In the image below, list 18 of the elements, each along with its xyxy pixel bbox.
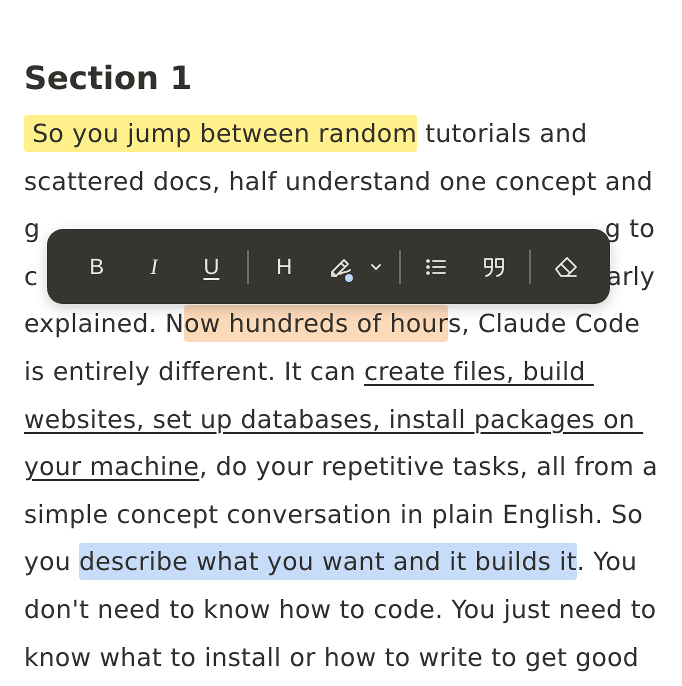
italic-button[interactable]: I [132, 244, 176, 288]
text-line: explained. Now hundreds of hours, Claude Code [24, 300, 680, 348]
text-line: websites, set up databases, install packages on [24, 404, 636, 436]
text-line: your machine, do your repetitive tasks, all from a [24, 451, 659, 484]
section-heading: Section 1 [24, 58, 194, 99]
text-fragment: c [24, 260, 38, 293]
bold-button[interactable]: B [75, 244, 118, 288]
text-line: is entirely different. It can create files, build [24, 356, 587, 388]
underline-button[interactable]: U [190, 244, 234, 288]
text-fragment: g [24, 213, 40, 246]
text-fragment: g to [604, 213, 655, 246]
text-line: scattered docs, half understand one concept and [24, 166, 654, 198]
heading-button[interactable]: H [262, 244, 306, 288]
text-line: simple concept conversation in plain English. So [24, 498, 644, 531]
text-line: So you jump between random tutorials and [24, 110, 680, 158]
caret-icon [369, 262, 384, 272]
text-line: know what to install or how to write to get good [24, 642, 640, 674]
text-line: don't need to know how to code. You just need to [24, 594, 658, 626]
